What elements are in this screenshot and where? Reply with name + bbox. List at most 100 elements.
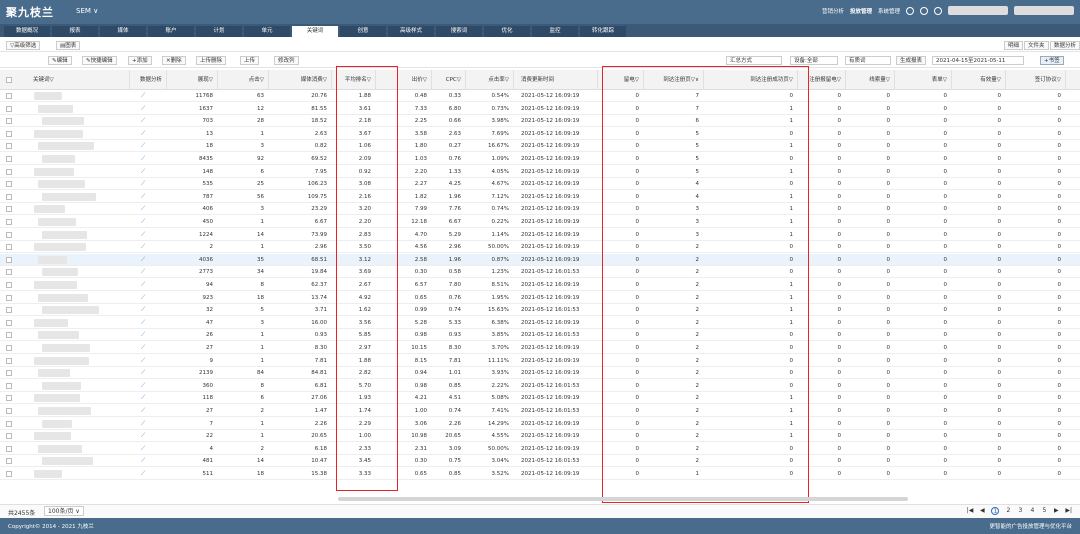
tab-1[interactable]: 报表 — [52, 26, 98, 37]
cell-出价[interactable]: 6.57 — [398, 279, 432, 291]
row-checkbox[interactable] — [6, 181, 12, 188]
keyword-cell-obscured[interactable] — [38, 255, 67, 264]
row-checkbox[interactable] — [6, 357, 12, 364]
column-header-0[interactable]: 关键词▽ — [30, 70, 130, 90]
upload-delete-button[interactable]: 上传删除 — [196, 56, 227, 65]
row-checkbox[interactable] — [6, 408, 12, 414]
cell-出价[interactable]: 0.30 — [398, 455, 432, 467]
table-row[interactable]: ⟋ 94 8 62.37 2.67 6.57 7.80 8.51% 2021-05-12 16:… — [0, 279, 1080, 291]
keyword-cell-obscured[interactable] — [34, 318, 68, 327]
keyword-cell-obscured[interactable] — [42, 419, 72, 428]
keyword-cell-obscured[interactable] — [34, 167, 74, 176]
analysis-icon[interactable]: ⟋ — [141, 468, 161, 480]
keyword-cell-obscured[interactable] — [42, 268, 78, 277]
cell-出价[interactable]: 0.65 — [398, 292, 432, 304]
keyword-cell-obscured[interactable] — [34, 129, 83, 138]
row-checkbox[interactable] — [6, 206, 12, 213]
table-row[interactable]: ⟋ 360 8 6.81 5.70 0.98 0.85 2.22% 2021-05-12 16:… — [0, 380, 1080, 392]
upload-button[interactable]: 上传 — [240, 56, 260, 65]
row-checkbox[interactable] — [6, 168, 12, 175]
cell-出价[interactable]: 0.98 — [398, 329, 432, 341]
row-checkbox[interactable] — [6, 332, 12, 339]
generate-report-button[interactable]: 生成报表 — [896, 56, 927, 65]
table-row[interactable]: ⟋ 27 2 1.47 1.74 1.00 0.74 7.41% 2021-05-12 16:0… — [0, 405, 1080, 417]
cell-出价[interactable]: 10.98 — [398, 430, 432, 442]
keyword-cell-obscured[interactable] — [42, 155, 75, 163]
keyword-cell-obscured[interactable] — [38, 331, 79, 340]
analysis-icon[interactable]: ⟋ — [141, 254, 161, 266]
analysis-icon[interactable]: ⟋ — [141, 392, 161, 404]
row-checkbox[interactable] — [6, 319, 12, 326]
notification-icon[interactable] — [920, 6, 928, 15]
nav-link-system[interactable]: 系统管理 — [878, 7, 900, 15]
table-row[interactable]: ⟋ 535 25 106.23 3.08 2.27 4.25 4.67% 2021-05-12 … — [0, 178, 1080, 191]
cell-出价[interactable]: 1.03 — [398, 153, 432, 165]
column-header-3[interactable]: 点击▽ — [221, 70, 269, 90]
row-checkbox[interactable] — [6, 193, 12, 200]
date-range-input[interactable]: 2021-04-15至2021-05-11 — [932, 56, 1024, 65]
row-checkbox[interactable] — [6, 382, 12, 389]
table-row[interactable]: ⟋ 22 1 20.65 1.00 10.98 20.65 4.55% 2021-05-12 1… — [0, 430, 1080, 443]
row-checkbox[interactable] — [6, 219, 12, 225]
analysis-icon[interactable]: ⟋ — [141, 178, 161, 190]
table-row[interactable]: ⟋ 11768 63 20.76 1.88 0.48 0.33 0.54% 2021-05-12… — [0, 90, 1080, 102]
table-row[interactable]: ⟋ 47 3 16.00 3.56 5.28 5.33 6.38% 2021-05-12 16:… — [0, 317, 1080, 329]
column-header-9[interactable]: 消费更新时间 — [518, 70, 598, 90]
keyword-cell-obscured[interactable] — [42, 381, 81, 390]
cell-出价[interactable]: 10.15 — [398, 342, 432, 354]
column-header-2[interactable]: 展现▽ — [170, 70, 218, 90]
advanced-filter-button[interactable]: ▽高级筛选 — [6, 41, 41, 50]
cell-出价[interactable]: 5.28 — [398, 317, 432, 329]
column-header-7[interactable]: CPC▽ — [436, 70, 466, 90]
analysis-icon[interactable]: ⟋ — [141, 191, 161, 203]
table-row[interactable]: ⟋ 13 1 2.63 3.67 3.58 2.63 7.69% 2021-05-12 16:0… — [0, 128, 1080, 140]
tab-5[interactable]: 单元 — [244, 26, 290, 37]
table-row[interactable]: ⟋ 2139 84 84.81 2.82 0.94 1.01 3.93% 2021-05-12 … — [0, 367, 1080, 380]
cell-出价[interactable]: 2.58 — [398, 254, 432, 266]
tab-3[interactable]: 账户 — [148, 26, 194, 37]
view-folder-button[interactable]: 文件夹 — [1024, 41, 1049, 50]
cell-出价[interactable]: 0.65 — [398, 468, 432, 480]
keyword-cell-obscured[interactable] — [34, 356, 89, 365]
analysis-icon[interactable]: ⟋ — [141, 266, 161, 278]
column-header-1[interactable]: 数据分析 — [137, 70, 167, 90]
cell-出价[interactable]: 12.18 — [398, 216, 432, 228]
analysis-icon[interactable]: ⟋ — [141, 418, 161, 430]
tab-8[interactable]: 高级样式 — [388, 26, 434, 37]
column-header-15[interactable]: 表单▽ — [898, 70, 952, 90]
table-row[interactable]: ⟋ 2773 34 19.84 3.69 0.30 0.58 1.23% 2021-05-12 … — [0, 266, 1080, 279]
table-row[interactable]: ⟋ 7 1 2.26 2.29 3.06 2.26 14.29% 2021-05-12 16:0… — [0, 418, 1080, 430]
analysis-icon[interactable]: ⟋ — [141, 166, 161, 178]
account-select[interactable] — [948, 6, 1008, 15]
table-row[interactable]: ⟋ 450 1 6.67 2.20 12.18 6.67 0.22% 2021-05-12 16… — [0, 216, 1080, 228]
cell-出价[interactable]: 0.48 — [398, 90, 432, 102]
table-row[interactable]: ⟋ 8435 92 69.52 2.09 1.03 0.76 1.09% 2021-05-12 … — [0, 153, 1080, 165]
tab-4[interactable]: 计划 — [196, 26, 242, 37]
summary-select[interactable]: 汇总方式 — [726, 56, 782, 65]
tab-9[interactable]: 搜索词 — [436, 26, 482, 37]
cell-出价[interactable]: 4.70 — [398, 229, 432, 241]
keyword-cell-obscured[interactable] — [42, 457, 93, 466]
tab-10[interactable]: 优化 — [484, 26, 530, 37]
cell-出价[interactable]: 7.33 — [398, 103, 432, 115]
tab-11[interactable]: 监控 — [532, 26, 578, 37]
analysis-icon[interactable]: ⟋ — [141, 241, 161, 253]
row-checkbox[interactable] — [6, 231, 12, 238]
table-row[interactable]: ⟋ 4 2 6.18 2.33 2.31 3.09 50.00% 2021-05-12 16:0… — [0, 443, 1080, 455]
cell-出价[interactable]: 1.00 — [398, 405, 432, 417]
table-row[interactable]: ⟋ 27 1 8.30 2.97 10.15 8.30 3.70% 2021-05-12 16:… — [0, 342, 1080, 354]
keyword-cell-obscured[interactable] — [34, 92, 62, 100]
analysis-icon[interactable]: ⟋ — [141, 405, 161, 417]
analysis-icon[interactable]: ⟋ — [141, 317, 161, 329]
page-button[interactable]: 4 — [1029, 507, 1035, 515]
cell-出价[interactable]: 3.06 — [398, 418, 432, 430]
cell-出价[interactable]: 8.15 — [398, 355, 432, 367]
column-header-17[interactable]: 签订协议▽ — [1010, 70, 1066, 90]
keyword-cell-obscured[interactable] — [38, 142, 94, 151]
chart-button[interactable]: ▤图表 — [56, 41, 81, 50]
keyword-cell-obscured[interactable] — [38, 293, 88, 302]
column-header-8[interactable]: 点击率▽ — [468, 70, 514, 90]
table-row[interactable]: ⟋ 787 56 109.75 2.16 1.82 1.96 7.12% 2021-05-12 … — [0, 191, 1080, 203]
keyword-cell-obscured[interactable] — [38, 369, 70, 378]
table-row[interactable]: ⟋ 406 3 23.29 3.20 7.99 7.76 0.74% 2021-05-12 16… — [0, 203, 1080, 216]
